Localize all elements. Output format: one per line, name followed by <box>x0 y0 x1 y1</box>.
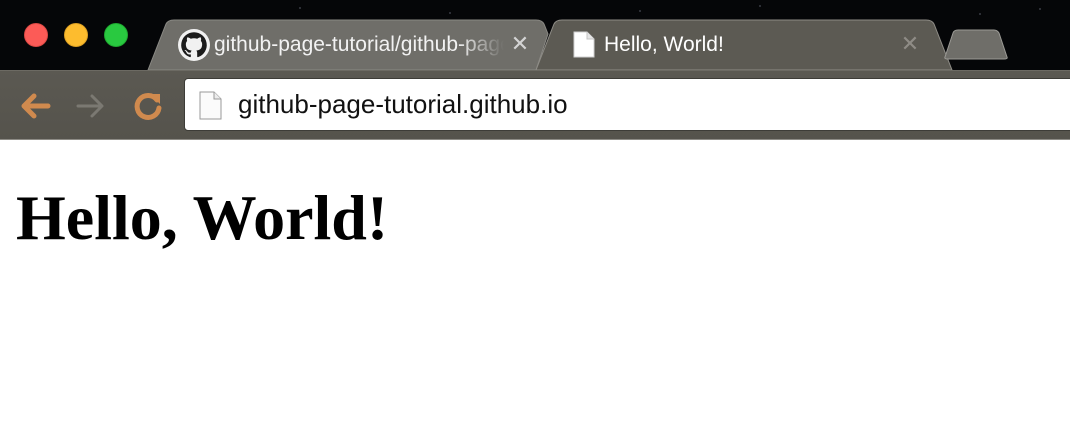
github-icon <box>178 29 210 61</box>
browser-toolbar: github-page-tutorial.github.io <box>0 70 1070 139</box>
address-bar[interactable]: github-page-tutorial.github.io <box>184 78 1070 131</box>
page-icon <box>199 91 222 120</box>
tab-close-icon[interactable]: ✕ <box>508 32 532 56</box>
document-icon <box>573 31 595 58</box>
page-heading: Hello, World! <box>16 182 389 253</box>
browser-window: github-page-tutorial/github-page-tutoria… <box>0 0 1070 448</box>
address-bar-url[interactable]: github-page-tutorial.github.io <box>238 79 568 130</box>
new-tab-button[interactable] <box>944 29 1008 60</box>
tab-title-inactive[interactable]: github-page-tutorial/github-page-tutoria… <box>214 29 504 61</box>
tab-strip: github-page-tutorial/github-page-tutoria… <box>0 0 1070 70</box>
forward-arrow-icon[interactable] <box>73 88 109 124</box>
back-arrow-icon[interactable] <box>17 88 53 124</box>
tab-close-icon[interactable]: ✕ <box>898 32 922 56</box>
reload-icon[interactable] <box>130 88 166 124</box>
page-viewport: Hello, World! <box>0 140 1070 448</box>
tab-title-active[interactable]: Hello, World! <box>604 29 894 61</box>
background-specks <box>299 5 1041 15</box>
